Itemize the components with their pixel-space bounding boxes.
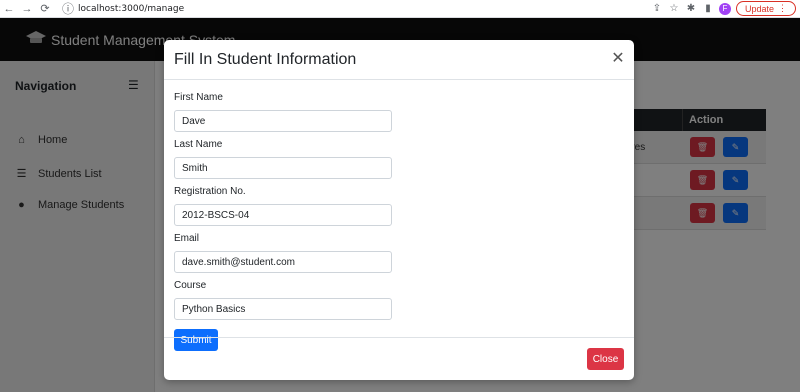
side-panel-icon[interactable]: ▮ [702, 2, 714, 16]
registration-field[interactable] [174, 204, 392, 226]
student-form: First Name Last Name Registration No. Em… [174, 92, 624, 351]
extensions-icon[interactable]: ✱ [685, 2, 697, 16]
registration-label: Registration No. [174, 186, 246, 197]
browser-toolbar: ← → ⟳ ⓘ localhost:3000/manage ⇪ ☆ ✱ ▮ F … [0, 0, 800, 18]
address-bar[interactable]: localhost:3000/manage [78, 4, 184, 14]
modal-footer: Close [164, 337, 634, 380]
forward-icon[interactable]: → [18, 0, 36, 18]
modal-title: Fill In Student Information [174, 50, 357, 68]
email-label: Email [174, 233, 200, 244]
student-info-modal: Fill In Student Information ✕ First Name… [164, 40, 634, 380]
first-name-field[interactable] [174, 110, 392, 132]
profile-avatar[interactable]: F [718, 2, 731, 15]
close-button[interactable]: Close [587, 348, 624, 370]
more-menu-icon: ⋮ [778, 3, 787, 13]
last-name-field[interactable] [174, 157, 392, 179]
close-icon[interactable]: ✕ [610, 51, 626, 67]
modal-header: Fill In Student Information ✕ [164, 40, 634, 80]
back-icon[interactable]: ← [0, 0, 18, 18]
email-field[interactable] [174, 251, 392, 273]
bookmark-star-icon[interactable]: ☆ [668, 2, 680, 16]
reload-icon[interactable]: ⟳ [36, 0, 54, 18]
course-label: Course [174, 280, 207, 291]
course-field[interactable] [174, 298, 392, 320]
first-name-label: First Name [174, 92, 223, 103]
update-label: Update [744, 3, 774, 14]
update-button[interactable]: Update ⋮ [735, 1, 796, 16]
site-info-icon[interactable]: ⓘ [62, 2, 74, 16]
share-icon[interactable]: ⇪ [651, 2, 663, 16]
last-name-label: Last Name [174, 139, 223, 150]
